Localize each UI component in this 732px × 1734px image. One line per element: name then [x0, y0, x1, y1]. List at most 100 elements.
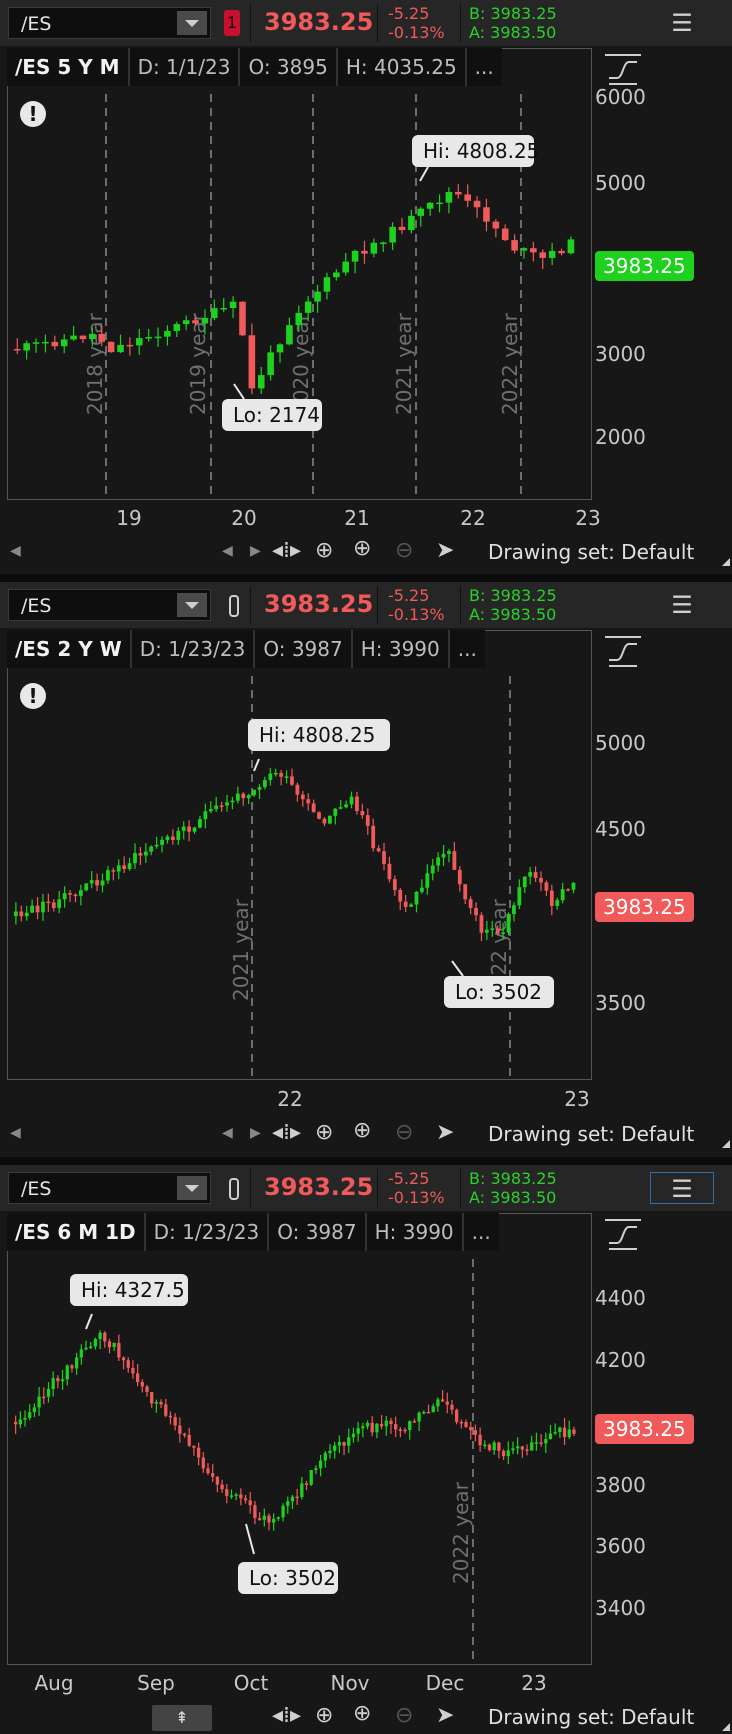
candle-body: [276, 1517, 281, 1519]
candle-body: [392, 879, 397, 891]
more-info[interactable]: ...: [450, 630, 485, 668]
study-curve-icon[interactable]: [605, 1219, 641, 1250]
price-axis[interactable]: 5000 4500 3500 3983.25: [593, 630, 732, 1080]
symbol-selector[interactable]: /ES: [8, 1172, 211, 1204]
symbol-text: /ES: [21, 1178, 52, 1200]
chevron-down-icon[interactable]: [177, 1176, 207, 1200]
candle-body: [257, 1518, 262, 1520]
year-label: 2019 year: [186, 312, 210, 415]
candle-body: [463, 884, 468, 900]
resize-handle-icon[interactable]: [722, 558, 730, 566]
zoom-in-icon[interactable]: ⊕: [353, 1701, 371, 1726]
candle-body: [314, 291, 321, 302]
more-info[interactable]: ...: [467, 48, 502, 86]
candle-body: [389, 1420, 393, 1425]
candle-body: [328, 1450, 332, 1454]
warning-icon[interactable]: !: [20, 101, 46, 127]
candle-body: [497, 1442, 501, 1451]
link-icon[interactable]: [229, 1178, 239, 1200]
pointer-icon[interactable]: ➤: [436, 1703, 454, 1728]
drawing-set-button[interactable]: Drawing set: Default: [488, 1122, 694, 1146]
candle-body: [164, 330, 171, 337]
pan-arrows-icon[interactable]: ◂⁞▸: [272, 1120, 301, 1145]
candle-body: [56, 1378, 60, 1382]
candle-body: [133, 853, 137, 864]
candle-body: [107, 1341, 112, 1348]
price-axis[interactable]: 6000 5000 3000 2000 3983.25: [593, 48, 732, 500]
candlestick-chart: 2021 year 2022 yearHi: 4808.25Lo: 3502: [14, 676, 576, 1079]
candle-body: [382, 851, 386, 864]
zoom-in-icon[interactable]: ⊕: [353, 1118, 371, 1143]
hamburger-menu-icon[interactable]: ☰: [650, 7, 714, 39]
pointer-icon[interactable]: ➤: [436, 1120, 454, 1145]
scroll-left-small-icon[interactable]: ◀: [222, 1125, 233, 1141]
candle-body: [430, 865, 435, 874]
drawing-set-button[interactable]: Drawing set: Default: [488, 540, 694, 564]
candle-body: [211, 308, 218, 319]
warning-icon[interactable]: !: [20, 683, 46, 709]
price-axis[interactable]: 4400 4200 3800 3600 3400 3983.25: [593, 1213, 732, 1665]
candle-body: [474, 907, 478, 916]
candle-body: [464, 194, 471, 201]
candle-body: [84, 1347, 88, 1350]
crosshair-icon[interactable]: ⊕: [315, 538, 333, 563]
price-chart-area[interactable]: 2022 year Hi: 4327.5 Lo: 3502: [7, 1213, 592, 1665]
symbol-selector[interactable]: /ES: [8, 589, 211, 621]
more-info[interactable]: ...: [464, 1213, 499, 1251]
hamburger-menu-icon[interactable]: ☰: [650, 1172, 714, 1204]
resize-handle-icon[interactable]: [722, 1723, 730, 1731]
candle-body: [370, 1422, 374, 1433]
candle-body: [106, 870, 110, 881]
zoom-out-icon[interactable]: ⊖: [395, 538, 413, 563]
crosshair-icon[interactable]: ⊕: [315, 1703, 333, 1728]
candle-body: [229, 1495, 234, 1497]
scroll-left-icon[interactable]: ◀: [10, 543, 21, 559]
symbol-selector[interactable]: /ES: [8, 7, 211, 39]
chevron-down-icon[interactable]: [177, 593, 207, 617]
price-chart-area[interactable]: 2021 year 2022 year Hi: 4808.25 Lo: 3502 !: [7, 630, 592, 1080]
candle-body: [273, 772, 278, 775]
price-tick: 3500: [595, 991, 646, 1015]
collapse-panel-button[interactable]: ⇞: [152, 1705, 212, 1731]
chevron-down-icon[interactable]: [177, 11, 207, 35]
zoom-out-icon[interactable]: ⊖: [395, 1703, 413, 1728]
link-icon[interactable]: [229, 595, 239, 617]
scroll-right-small-icon[interactable]: ▶: [250, 543, 261, 559]
study-curve-icon[interactable]: [605, 54, 641, 85]
zoom-out-icon[interactable]: ⊖: [395, 1120, 413, 1145]
scroll-left-icon[interactable]: ◀: [10, 1125, 21, 1141]
candle-body: [98, 1332, 102, 1340]
candle-body: [333, 1445, 337, 1451]
ask-price: A: 3983.50: [469, 605, 557, 624]
divider: [377, 586, 378, 624]
candle-body: [333, 808, 338, 816]
candle-body: [70, 335, 77, 340]
pan-arrows-icon[interactable]: ◂⁞▸: [272, 1703, 301, 1728]
pointer-icon[interactable]: ➤: [436, 538, 454, 563]
candle-body: [323, 1453, 327, 1461]
candle-body: [281, 1505, 285, 1518]
candle-body: [436, 1399, 440, 1407]
scroll-right-small-icon[interactable]: ▶: [250, 1125, 261, 1141]
scroll-left-small-icon[interactable]: ◀: [222, 543, 233, 559]
candle-body: [417, 1412, 421, 1422]
candle-body: [196, 1447, 201, 1458]
price-chart-area[interactable]: 2018 year 2019 year 2020 year 2021 year 2022…: [7, 48, 592, 500]
study-curve-icon[interactable]: [605, 636, 641, 667]
candle-body: [371, 825, 376, 849]
candle-body: [473, 200, 481, 208]
resize-handle-icon[interactable]: [722, 1140, 730, 1148]
candle-body: [522, 876, 527, 888]
candle-body: [198, 819, 202, 828]
candle-body: [35, 905, 40, 913]
hamburger-menu-icon[interactable]: ☰: [650, 589, 714, 621]
lo-callout: Lo: 3502: [238, 1562, 338, 1594]
zoom-in-icon[interactable]: ⊕: [353, 536, 371, 561]
candle-body: [403, 901, 408, 907]
link-badge[interactable]: 1: [224, 10, 240, 36]
candle-body: [225, 802, 229, 806]
drawing-set-button[interactable]: Drawing set: Default: [488, 1705, 694, 1729]
pan-arrows-icon[interactable]: ◂⁞▸: [272, 538, 301, 563]
candle-body: [344, 804, 349, 808]
crosshair-icon[interactable]: ⊕: [315, 1120, 333, 1145]
